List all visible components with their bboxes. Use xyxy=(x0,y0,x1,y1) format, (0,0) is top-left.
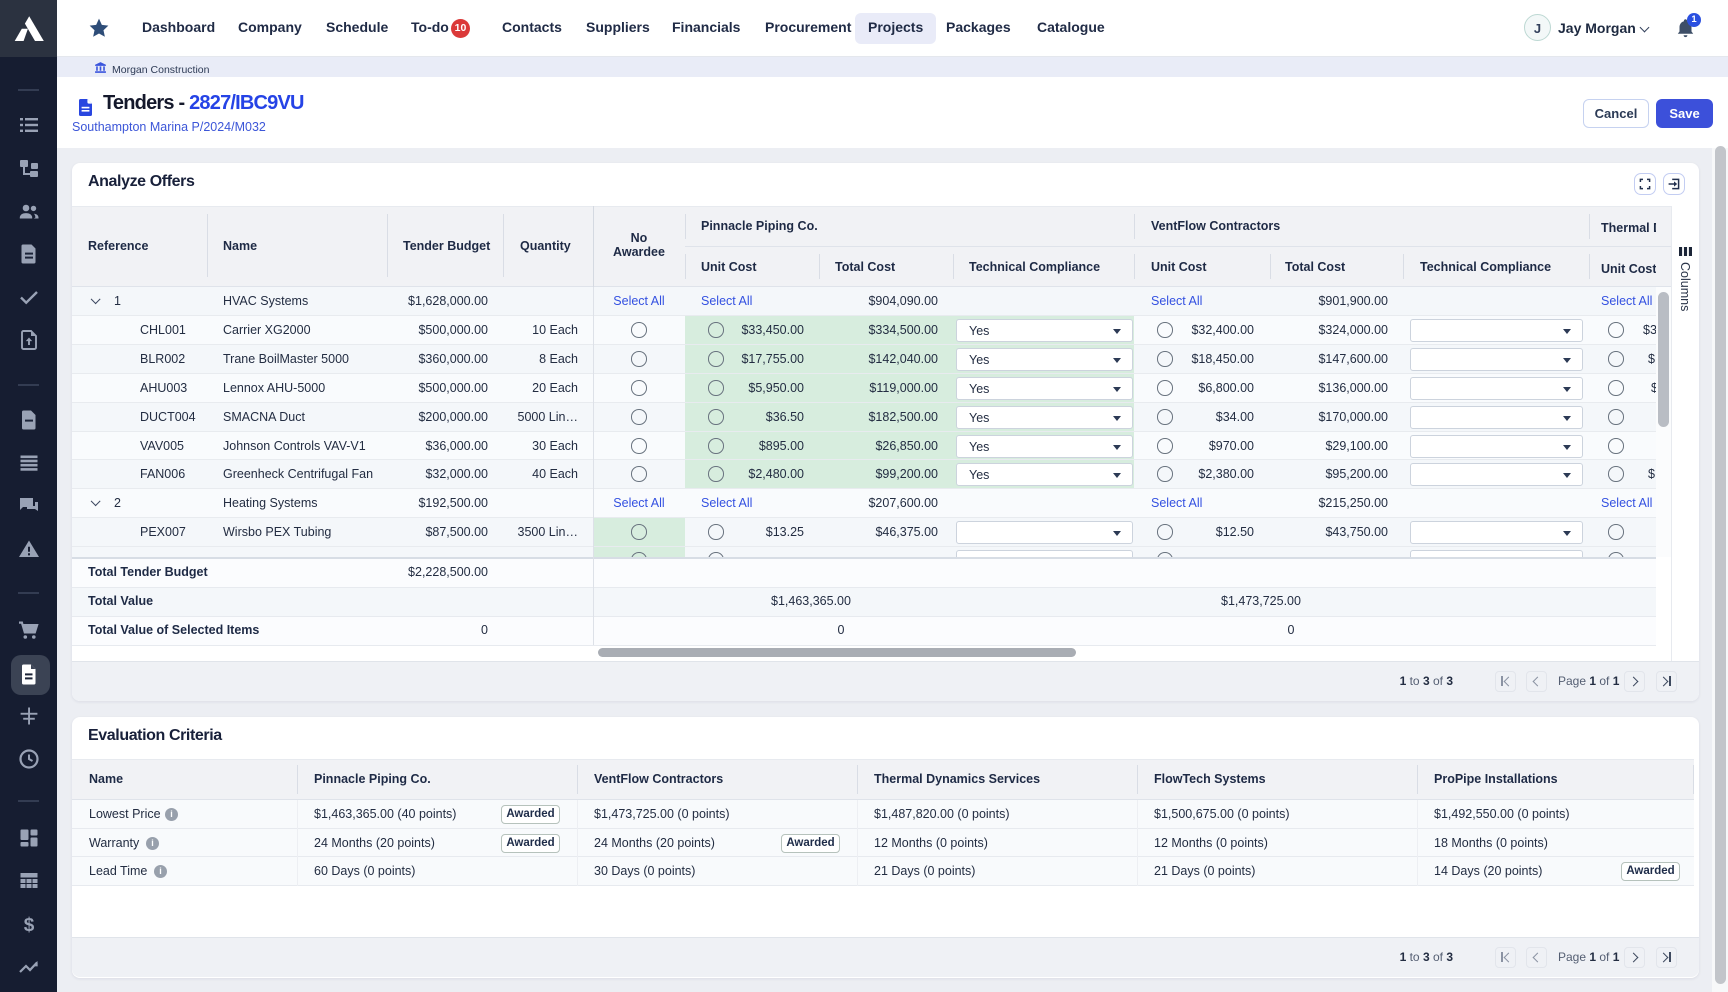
svg-text:$: $ xyxy=(24,915,35,936)
